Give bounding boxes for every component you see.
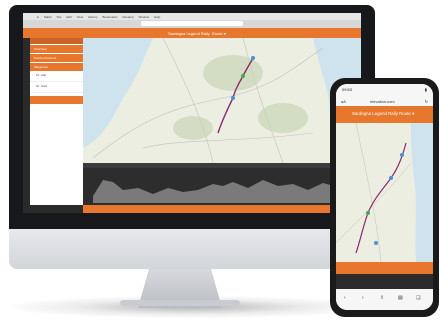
phone-orange-bar — [336, 262, 433, 274]
waypoint-marker[interactable] — [231, 96, 235, 100]
phone-screen: 09:53 ▮ aA elevation.com ↻ Sardegna Lege… — [336, 84, 433, 310]
menubar-item[interactable]: Bookmarks — [102, 15, 117, 19]
left-panel: Overview Points of interest Waypoints 01… — [30, 38, 83, 205]
waypoint-marker[interactable] — [366, 211, 370, 215]
waypoint-marker[interactable] — [389, 176, 393, 180]
panel-row[interactable]: Points of interest — [30, 54, 83, 62]
menubar-item[interactable]: View — [77, 15, 83, 19]
tabs-icon[interactable]: ❑ — [416, 295, 420, 301]
status-time: 09:53 — [342, 87, 353, 92]
apple-icon[interactable]: ● — [37, 15, 39, 19]
safari-nav-bar: ‹ › ⇧ ▤ ❑ — [336, 289, 433, 310]
menubar-item[interactable]: History — [88, 15, 97, 19]
panel-row[interactable] — [30, 96, 83, 104]
route-title: Sardegna Legend Rally — [352, 111, 398, 116]
waypoint-marker[interactable] — [241, 74, 245, 78]
elevation-area — [93, 180, 353, 203]
menubar-item[interactable]: Window — [139, 15, 150, 19]
app-header: Sardegna Legend Rally Route ▾ — [23, 28, 361, 38]
share-icon[interactable]: ⇧ — [380, 295, 384, 301]
chevron-down-icon[interactable]: ▾ — [412, 111, 414, 116]
panel-row[interactable]: Overview — [30, 45, 83, 53]
elevation-panel — [83, 163, 361, 205]
route-menu[interactable]: Route — [399, 111, 411, 116]
waypoint-marker[interactable] — [251, 56, 255, 60]
chevron-down-icon[interactable]: ▾ — [224, 31, 226, 36]
phone-app-header: Sardegna Legend Rally Route ▾ — [336, 106, 433, 123]
menubar-item[interactable]: Help — [154, 15, 160, 19]
elevation-profile[interactable] — [83, 168, 361, 205]
refresh-icon[interactable]: ↻ — [425, 99, 428, 104]
footer-left — [23, 205, 83, 213]
footer-bar — [83, 205, 361, 213]
battery-icon: ▮ — [424, 87, 427, 92]
waypoint-item[interactable]: 02 - finish — [30, 82, 83, 93]
menubar-item[interactable]: Safari — [44, 15, 52, 19]
panel-row[interactable]: Waypoints — [30, 63, 83, 71]
bookmarks-icon[interactable]: ▤ — [398, 295, 403, 301]
url-text[interactable]: elevation.com — [370, 99, 395, 104]
waypoint-marker[interactable] — [374, 241, 378, 245]
back-icon[interactable]: ‹ — [344, 295, 346, 301]
imac-stand-base — [120, 300, 240, 306]
address-bar[interactable] — [141, 21, 243, 26]
phone-address-bar[interactable]: aA elevation.com ↻ — [336, 96, 433, 106]
panel-header — [30, 38, 83, 44]
map-svg — [336, 123, 433, 262]
mac-menubar: ● Safari File Edit View History Bookmark… — [23, 13, 361, 20]
desktop-screen: ● Safari File Edit View History Bookmark… — [23, 13, 361, 213]
left-rail — [23, 38, 30, 205]
menubar-item[interactable]: File — [57, 15, 62, 19]
map-svg — [83, 38, 361, 163]
status-bar: 09:53 ▮ — [336, 84, 433, 96]
menubar-item[interactable]: Develop — [122, 15, 133, 19]
imac-chin — [9, 225, 375, 269]
phone-map[interactable]: + — [336, 123, 433, 262]
text-size-icon[interactable]: aA — [341, 99, 346, 104]
waypoint-marker[interactable] — [400, 153, 404, 157]
desktop-map[interactable] — [83, 38, 361, 163]
forward-icon[interactable]: › — [362, 295, 364, 301]
menubar-item[interactable]: Edit — [67, 15, 72, 19]
waypoint-item[interactable]: 01 - start — [30, 71, 83, 82]
route-title: Sardegna Legend Rally — [168, 30, 210, 36]
phone-toolbar — [336, 274, 433, 289]
route-menu[interactable]: Route — [212, 31, 223, 36]
